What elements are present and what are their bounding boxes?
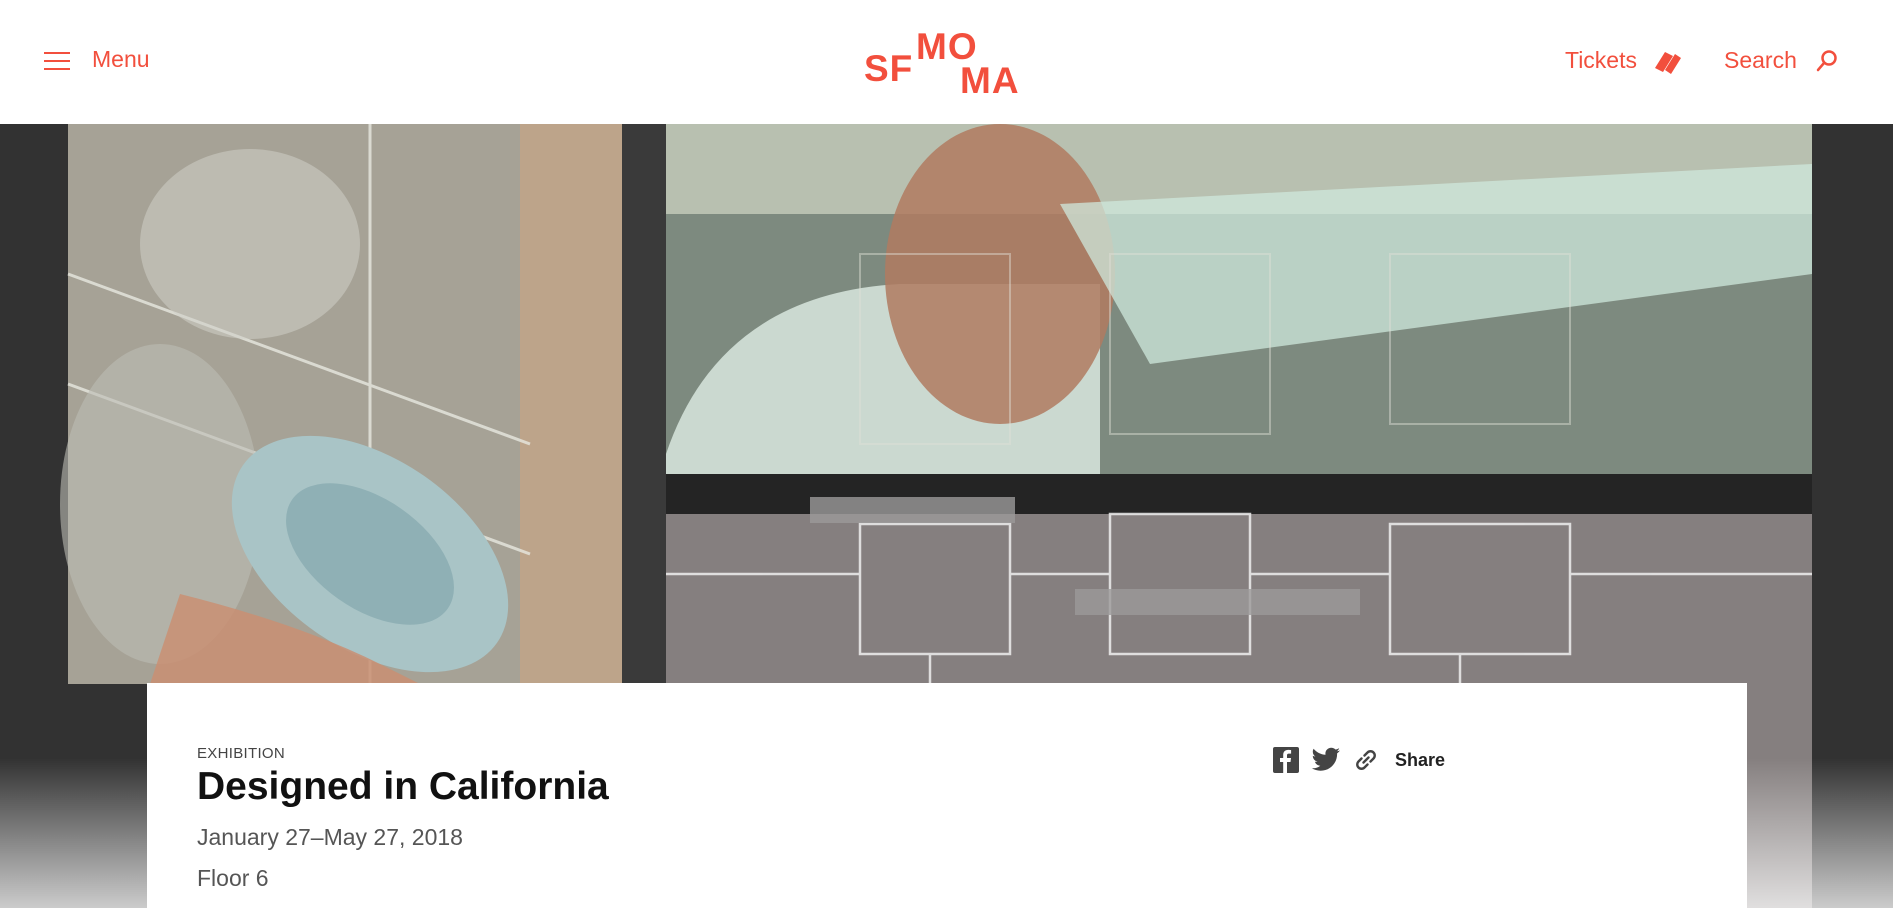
exhibition-floor: Floor 6	[197, 865, 269, 891]
exhibition-dates: January 27–May 27, 2018	[197, 824, 463, 850]
menu-button[interactable]: Menu	[44, 46, 150, 73]
exhibition-title: Designed in California	[197, 765, 609, 808]
logo-ma: MA	[960, 60, 1020, 101]
hamburger-icon	[44, 49, 70, 71]
sfmoma-logo[interactable]: SF MO MA	[864, 28, 1032, 101]
share-bar: Share	[1271, 745, 1445, 775]
logo-sf: SF	[864, 48, 914, 89]
twitter-icon[interactable]	[1311, 745, 1341, 775]
exhibition-card: EXHIBITION Designed in California Januar…	[147, 683, 1747, 908]
search-label: Search	[1724, 47, 1797, 73]
share-label[interactable]: Share	[1395, 750, 1445, 771]
menu-label: Menu	[92, 46, 150, 72]
site-header: Menu SF MO MA Tickets Search	[0, 0, 1893, 124]
link-icon[interactable]	[1351, 745, 1381, 775]
search-button[interactable]: Search	[1724, 47, 1839, 74]
exhibition-eyebrow: EXHIBITION	[197, 745, 286, 762]
search-icon	[1816, 49, 1837, 71]
tickets-label: Tickets	[1565, 47, 1637, 73]
tickets-button[interactable]: Tickets	[1565, 47, 1683, 74]
facebook-icon[interactable]	[1271, 745, 1301, 775]
ticket-icon	[1655, 51, 1681, 74]
